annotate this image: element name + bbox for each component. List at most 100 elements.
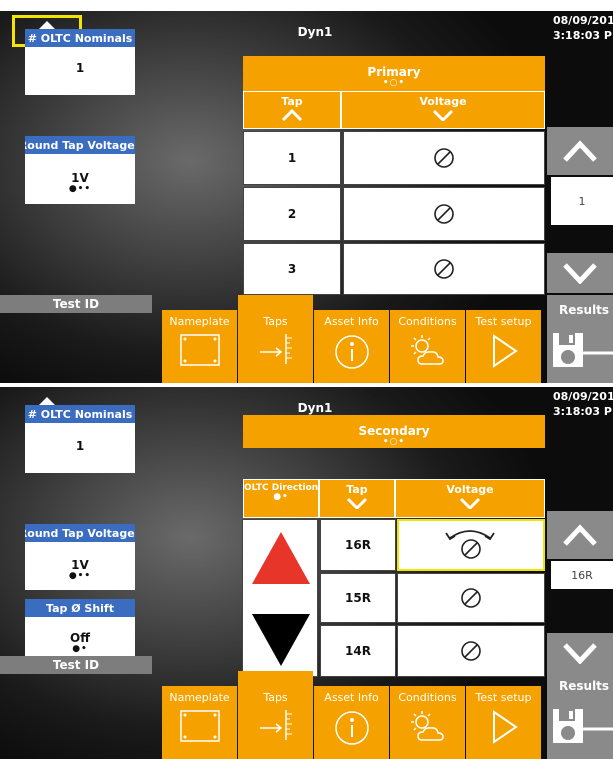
primary-section-header[interactable]: Primary •○•	[243, 56, 545, 91]
voltage-cell[interactable]	[343, 243, 545, 295]
voltage-cell[interactable]	[343, 131, 545, 185]
info-icon	[334, 335, 369, 369]
tab-test-setup[interactable]: Test setup	[466, 310, 541, 383]
screen-primary-taps: Dyn1 08/09/2019 3:18:03 PM # OLTC Nomina…	[0, 11, 613, 383]
oltc-direction-dots: ●•	[273, 492, 289, 502]
chevron-up-icon	[281, 109, 303, 121]
round-tap-voltages-value: 1V	[71, 171, 89, 185]
screen-secondary-taps: Dyn1 08/09/2019 3:18:03 PM # OLTC Nomina…	[0, 387, 613, 759]
tap-phase-shift-value: Off	[70, 631, 90, 645]
tab-label: Test setup	[475, 691, 532, 704]
tab-conditions[interactable]: Conditions	[390, 310, 465, 383]
tap-phase-shift-label: Tap Ø Shift	[25, 599, 135, 617]
tab-taps[interactable]: Taps	[238, 295, 313, 383]
save-results-icon	[553, 333, 613, 367]
tab-label: Conditions	[398, 691, 457, 704]
direction-up-button[interactable]	[250, 530, 312, 586]
test-id-label[interactable]: Test ID	[0, 295, 152, 313]
tab-label: Conditions	[398, 315, 457, 328]
save-results-icon	[553, 709, 613, 743]
section-page-dots: •○•	[382, 78, 406, 88]
section-page-dots: •○•	[382, 437, 406, 447]
voltage-column-label: Voltage	[446, 483, 494, 496]
tab-taps[interactable]: Taps	[238, 671, 313, 759]
results-button[interactable]: Results	[547, 295, 613, 383]
step-up-button[interactable]	[547, 511, 613, 559]
tap-cell[interactable]: 1	[243, 131, 341, 185]
voltage-column-header[interactable]: Voltage	[341, 91, 545, 129]
tap-cell[interactable]: 14R	[320, 625, 396, 677]
results-button[interactable]: Results	[547, 671, 613, 759]
stepper-value[interactable]: 16R	[551, 561, 613, 589]
taps-scale-icon	[259, 334, 292, 364]
chevron-up-icon	[563, 524, 597, 546]
chevron-down-icon	[563, 643, 597, 664]
round-tap-voltages-label: Round Tap Voltages	[25, 136, 135, 154]
tab-nameplate[interactable]: Nameplate	[162, 310, 237, 383]
tab-asset-info[interactable]: Asset Info	[314, 686, 389, 759]
slashed-circle-icon	[434, 148, 454, 168]
tab-label: Taps	[263, 315, 288, 328]
tab-asset-info[interactable]: Asset Info	[314, 310, 389, 383]
tap-cell[interactable]: 2	[243, 187, 341, 241]
step-up-button[interactable]	[547, 127, 613, 175]
secondary-section-header[interactable]: Secondary •○•	[243, 415, 545, 448]
round-tap-voltages-label: Round Tap Voltages	[25, 524, 135, 542]
oltc-nominals-value: 1	[75, 61, 85, 75]
tap-column-header[interactable]: Tap	[243, 91, 341, 129]
tap-cell[interactable]: 3	[243, 243, 341, 295]
voltage-cell[interactable]	[397, 573, 545, 623]
tap-phase-shift-dots: ●•	[72, 644, 88, 654]
tap-column-header[interactable]: Tap	[319, 479, 395, 518]
oltc-direction-control	[242, 519, 318, 677]
slashed-circle-icon	[461, 641, 481, 661]
tab-nameplate[interactable]: Nameplate	[162, 686, 237, 759]
weather-icon	[410, 335, 444, 365]
rotate-arrows-icon	[445, 530, 495, 541]
voltage-cell[interactable]	[397, 625, 545, 677]
oltc-nominals-value: 1	[75, 439, 85, 453]
slashed-circle-icon	[434, 259, 454, 279]
date-text: 08/09/2019	[553, 390, 613, 403]
round-tap-voltages-dots: ●••	[68, 184, 92, 194]
stepper-value[interactable]: 1	[551, 177, 613, 225]
voltage-column-header[interactable]: Voltage	[395, 479, 545, 518]
time-text: 3:18:03 PM	[553, 29, 613, 42]
tab-label: Test setup	[475, 315, 532, 328]
page-title: Dyn1	[297, 25, 333, 39]
tab-test-setup[interactable]: Test setup	[466, 686, 541, 759]
date-text: 08/09/2019	[553, 14, 613, 27]
step-down-button[interactable]	[547, 253, 613, 293]
tap-cell[interactable]: 16R	[320, 519, 396, 571]
step-down-button[interactable]	[547, 633, 613, 673]
info-icon	[334, 711, 369, 745]
tap-cell[interactable]: 15R	[320, 573, 396, 623]
tap-column-label: Tap	[281, 95, 303, 108]
voltage-cell[interactable]	[343, 187, 545, 241]
oltc-nominals-label: # OLTC Nominals	[25, 405, 135, 423]
oltc-nominals-field[interactable]: 1	[25, 47, 135, 95]
results-label: Results	[559, 303, 610, 317]
test-id-label[interactable]: Test ID	[0, 656, 152, 674]
weather-icon	[410, 711, 444, 741]
voltage-cell[interactable]	[397, 519, 545, 571]
page-title: Dyn1	[297, 401, 333, 415]
play-icon	[492, 710, 518, 744]
chevron-up-icon	[563, 140, 597, 162]
round-tap-voltages-value: 1V	[71, 558, 89, 572]
slashed-circle-icon	[461, 588, 481, 608]
results-label: Results	[559, 679, 610, 693]
oltc-nominals-field[interactable]: 1	[25, 423, 135, 473]
oltc-direction-column-header[interactable]: OLTC Direction ●•	[243, 479, 319, 518]
chevron-down-icon	[432, 109, 454, 121]
datetime: 08/09/2019 3:18:03 PM	[553, 13, 613, 43]
tab-label: Asset Info	[324, 691, 379, 704]
oltc-nominals-label: # OLTC Nominals	[25, 29, 135, 47]
tab-conditions[interactable]: Conditions	[390, 686, 465, 759]
tab-label: Nameplate	[169, 315, 230, 328]
round-tap-voltages-field[interactable]: 1V ●••	[25, 542, 135, 590]
round-tap-voltages-field[interactable]: 1V ●••	[25, 154, 135, 204]
tab-label: Nameplate	[169, 691, 230, 704]
chevron-down-icon	[346, 497, 368, 509]
direction-down-button[interactable]	[250, 612, 312, 668]
